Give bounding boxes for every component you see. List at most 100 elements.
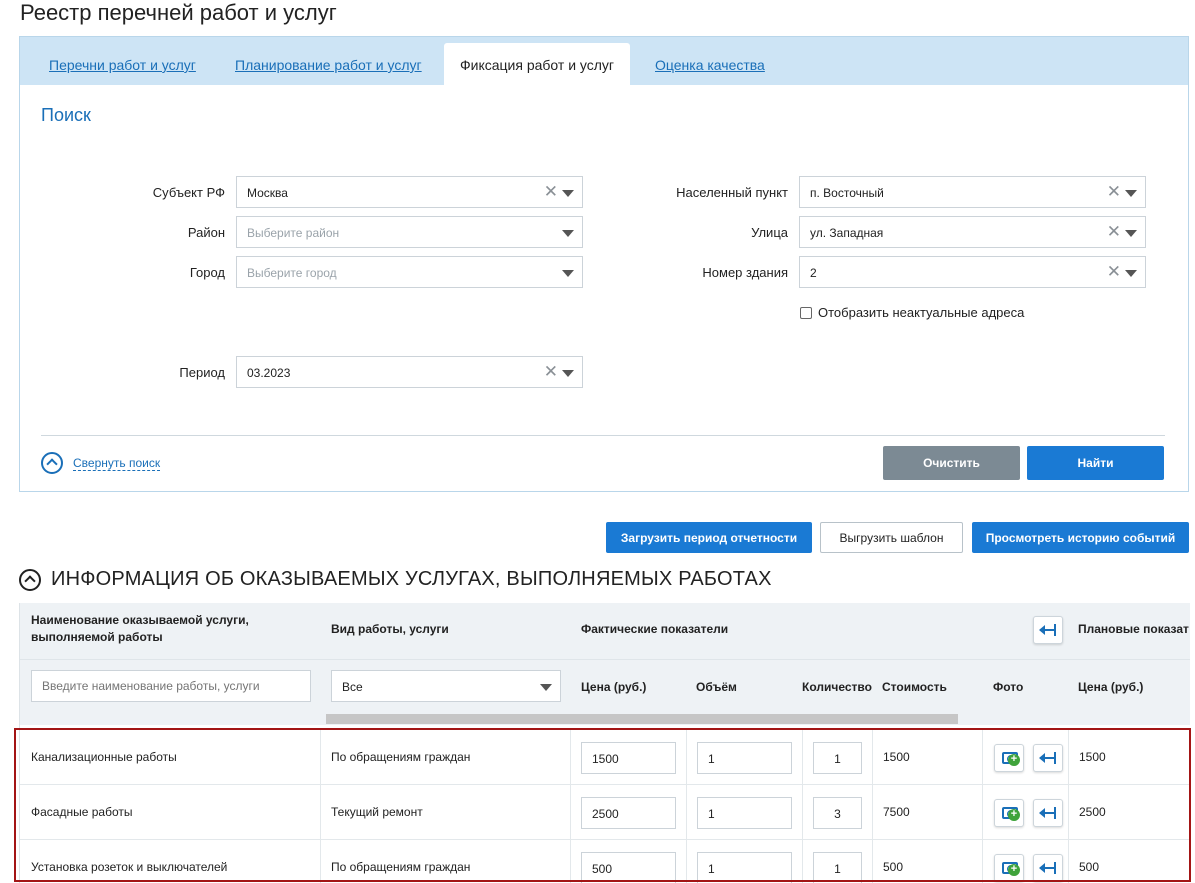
chevron-down-icon[interactable]	[1125, 190, 1137, 197]
period-value: 03.2023	[247, 366, 291, 380]
subject-select[interactable]: Москва ✕	[236, 176, 583, 208]
collapse-search-label[interactable]: Свернуть поиск	[73, 456, 161, 471]
clear-icon[interactable]: ✕	[1107, 223, 1121, 240]
search-panel: Перечни работ и услуг Планирование работ…	[19, 36, 1189, 492]
district-placeholder: Выберите район	[247, 226, 340, 240]
clear-icon[interactable]: ✕	[544, 183, 558, 200]
upload-period-button[interactable]: Загрузить период отчетности	[606, 522, 812, 553]
chevron-down-icon[interactable]	[1125, 230, 1137, 237]
col-photo-header: Фото	[993, 680, 1024, 694]
collapse-columns-button[interactable]	[1033, 616, 1063, 644]
tab-bar: Перечни работ и услуг Планирование работ…	[20, 37, 1188, 85]
row-cost: 7500	[883, 805, 910, 819]
show-inactive-row[interactable]: Отобразить неактуальные адреса	[800, 305, 1024, 320]
clear-icon[interactable]: ✕	[1107, 263, 1121, 280]
row-type: По обращениям граждан	[331, 750, 471, 764]
row-type: По обращениям граждан	[331, 860, 471, 874]
street-label: Улица	[751, 225, 788, 240]
row-planned-price: 500	[1079, 860, 1100, 874]
chevron-down-icon[interactable]	[1125, 270, 1137, 277]
street-value: ул. Западная	[810, 226, 884, 240]
row-cost: 500	[883, 860, 904, 874]
col-price-header: Цена (руб.)	[581, 680, 647, 694]
settlement-label: Населенный пункт	[676, 185, 788, 200]
copy-to-plan-button[interactable]	[1033, 799, 1063, 827]
chevron-down-icon[interactable]	[540, 684, 552, 691]
add-photo-button[interactable]: +	[994, 744, 1024, 772]
volume-input[interactable]: 1	[697, 852, 792, 883]
tab-planning[interactable]: Планирование работ и услуг	[235, 57, 422, 73]
plus-icon: +	[1008, 864, 1020, 876]
row-planned-price: 2500	[1079, 805, 1106, 819]
plus-icon: +	[1008, 754, 1020, 766]
col-planned-header: Плановые показат	[1078, 622, 1189, 636]
services-table: Наименование оказываемой услуги, выполня…	[19, 603, 1190, 883]
chevron-down-icon[interactable]	[562, 270, 574, 277]
collapse-search[interactable]: Свернуть поиск	[41, 452, 161, 474]
city-label: Город	[189, 265, 225, 280]
view-history-button[interactable]: Просмотреть историю событий	[972, 522, 1189, 553]
col-cost-header: Стоимость	[882, 680, 947, 694]
tab-quality[interactable]: Оценка качества	[655, 57, 765, 73]
volume-input[interactable]: 1	[697, 797, 792, 829]
table-header: Наименование оказываемой услуги, выполня…	[20, 603, 1190, 725]
row-name: Канализационные работы	[31, 750, 177, 764]
chevron-down-icon[interactable]	[562, 370, 574, 377]
chevron-down-icon[interactable]	[562, 230, 574, 237]
subject-label: Субъект РФ	[152, 185, 225, 200]
camera-icon: +	[1002, 807, 1020, 821]
work-type-filter-value: Все	[342, 680, 363, 694]
work-type-filter[interactable]: Все	[331, 670, 561, 702]
service-name-filter[interactable]	[31, 670, 311, 702]
quantity-input[interactable]: 1	[813, 742, 862, 774]
quantity-input[interactable]: 1	[813, 852, 862, 883]
chevron-down-icon[interactable]	[562, 190, 574, 197]
tab-fixation[interactable]: Фиксация работ и услуг	[444, 43, 631, 85]
copy-to-plan-button[interactable]	[1033, 744, 1063, 772]
plus-icon: +	[1008, 809, 1020, 821]
table-row: Фасадные работы Текущий ремонт 2500 1 3 …	[20, 785, 1190, 840]
page-title: Реестр перечней работ и услуг	[20, 0, 337, 25]
quantity-input[interactable]: 3	[813, 797, 862, 829]
building-select[interactable]: 2 ✕	[799, 256, 1146, 288]
clear-button[interactable]: Очистить	[883, 446, 1020, 480]
volume-input[interactable]: 1	[697, 742, 792, 774]
clear-icon[interactable]: ✕	[544, 363, 558, 380]
street-select[interactable]: ул. Западная ✕	[799, 216, 1146, 248]
horizontal-scrollbar[interactable]	[326, 714, 958, 724]
show-inactive-checkbox[interactable]	[800, 306, 812, 319]
search-title: Поиск	[41, 105, 91, 125]
arrow-left-icon	[1039, 862, 1056, 874]
price-input[interactable]: 500	[581, 852, 676, 883]
period-select[interactable]: 03.2023 ✕	[236, 356, 583, 388]
price-input[interactable]: 1500	[581, 742, 676, 774]
district-select[interactable]: Выберите район	[236, 216, 583, 248]
building-label: Номер здания	[702, 265, 788, 280]
find-button[interactable]: Найти	[1027, 446, 1164, 480]
price-input[interactable]: 2500	[581, 797, 676, 829]
district-label: Район	[187, 225, 225, 240]
city-select[interactable]: Выберите город	[236, 256, 583, 288]
building-value: 2	[810, 266, 817, 280]
col-volume-header: Объём	[696, 680, 737, 694]
add-photo-button[interactable]: +	[994, 799, 1024, 827]
row-name: Установка розеток и выключателей	[31, 860, 228, 874]
tab-lists[interactable]: Перечни работ и услуг	[49, 57, 196, 73]
add-photo-button[interactable]: +	[994, 854, 1024, 882]
camera-icon: +	[1002, 862, 1020, 876]
arrow-left-icon	[1039, 624, 1056, 636]
period-label: Период	[179, 365, 225, 380]
chevron-up-icon[interactable]	[19, 568, 41, 591]
settlement-value: п. Восточный	[810, 186, 884, 200]
clear-icon[interactable]: ✕	[1107, 183, 1121, 200]
settlement-select[interactable]: п. Восточный ✕	[799, 176, 1146, 208]
copy-to-plan-button[interactable]	[1033, 854, 1063, 882]
divider	[41, 435, 1165, 436]
arrow-left-icon	[1039, 752, 1056, 764]
export-template-button[interactable]: Выгрузить шаблон	[820, 522, 963, 553]
services-section-header[interactable]: ИНФОРМАЦИЯ ОБ ОКАЗЫВАЕМЫХ УСЛУГАХ, ВЫПОЛ…	[19, 568, 772, 591]
col-quantity-header: Количество	[802, 680, 872, 694]
show-inactive-label: Отобразить неактуальные адреса	[818, 305, 1025, 320]
camera-icon: +	[1002, 752, 1020, 766]
chevron-up-icon[interactable]	[41, 452, 63, 474]
